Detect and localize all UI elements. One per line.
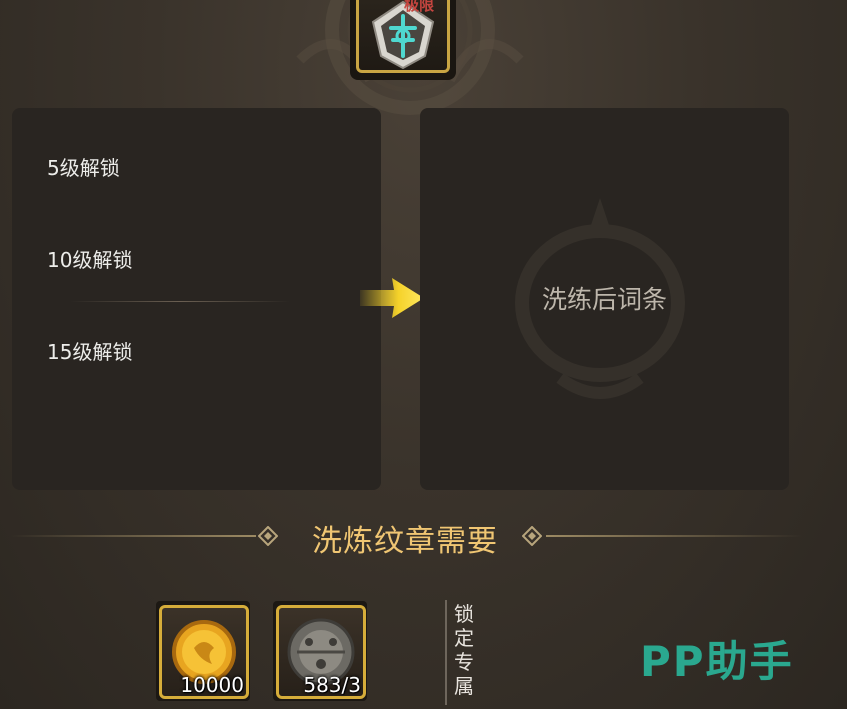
watermark-logo: PP助手 (640, 637, 794, 686)
slot-unlock-level-15: 15级解锁 (47, 340, 133, 364)
arrow-right-icon (360, 278, 424, 318)
cost-item-gold-count: 10000 (180, 673, 244, 697)
title-divider-right (546, 535, 802, 537)
lock-divider (445, 600, 447, 705)
cost-item-gold[interactable]: 10000 (156, 601, 250, 701)
section-title: 洗炼纹章需要 (312, 524, 498, 559)
cost-item-material-count: 583/3 (303, 673, 361, 697)
diamond-ornament-icon (258, 526, 278, 546)
equipped-emblem-slot[interactable]: 极限 (350, 0, 456, 80)
slot-divider (70, 301, 290, 302)
refined-attributes-panel: 洗练后词条 (420, 108, 789, 490)
refined-attributes-placeholder: 洗练后词条 (541, 285, 667, 314)
current-attributes-panel: 5级解锁 10级解锁 15级解锁 (12, 108, 381, 490)
refine-cost-header: 洗炼纹章需要 (0, 512, 847, 560)
slot-unlock-level-10: 10级解锁 (47, 248, 133, 272)
emblem-badge: 极限 (404, 0, 435, 14)
cost-item-material[interactable]: 583/3 (273, 601, 367, 701)
lock-exclusive-toggle[interactable]: 锁定专属 (454, 602, 478, 698)
diamond-ornament-icon (522, 526, 542, 546)
slot-unlock-level-5: 5级解锁 (47, 156, 120, 180)
title-divider-left (10, 535, 256, 537)
